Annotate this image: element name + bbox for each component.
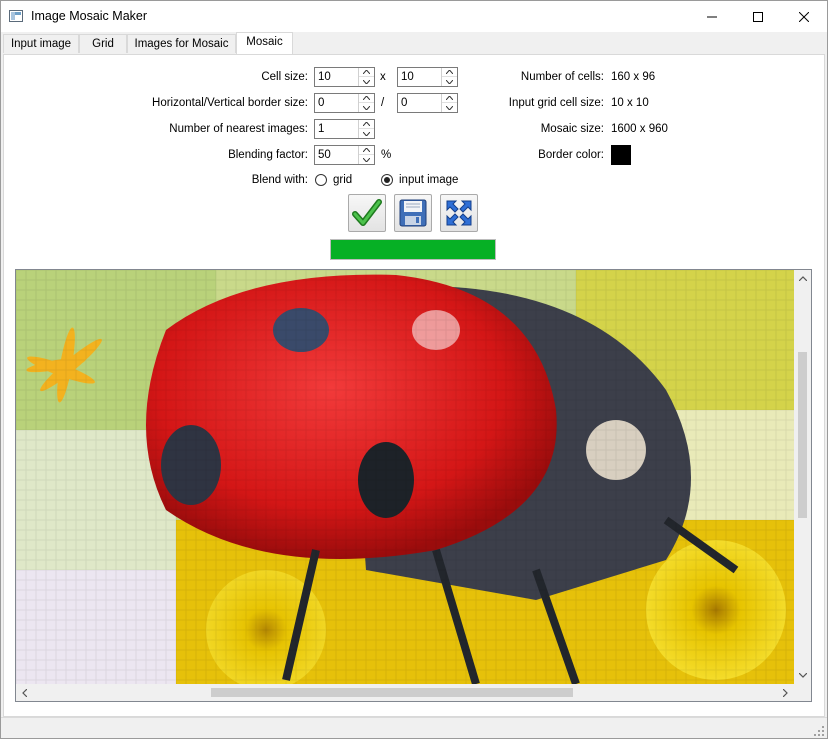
tab-images-for-mosaic[interactable]: Images for Mosaic: [127, 34, 236, 53]
border-h-up-button[interactable]: [359, 94, 374, 103]
tab-input-image[interactable]: Input image: [3, 34, 79, 53]
border-color-swatch[interactable]: [611, 145, 631, 165]
chevron-down-icon: [446, 79, 453, 84]
border-h-spinbox[interactable]: [314, 93, 375, 113]
chevron-up-icon: [363, 148, 370, 152]
window-title: Image Mosaic Maker: [31, 9, 148, 23]
generate-mosaic-button[interactable]: [348, 194, 386, 232]
border-v-input[interactable]: [398, 94, 442, 112]
maximize-icon: [753, 11, 763, 22]
nearest-images-input[interactable]: [315, 120, 359, 138]
chevron-down-icon: [363, 157, 370, 162]
chevron-up-icon: [363, 122, 370, 126]
fit-to-window-icon: [446, 200, 472, 226]
vertical-scroll-thumb[interactable]: [798, 352, 807, 518]
number-of-cells-label: Number of cells:: [520, 71, 604, 83]
cell-width-up-button[interactable]: [359, 68, 374, 77]
cell-size-separator: x: [380, 71, 386, 83]
chevron-left-icon: [22, 688, 27, 697]
border-separator: /: [381, 97, 385, 109]
nearest-images-label: Number of nearest images:: [169, 123, 308, 135]
cell-height-input[interactable]: [398, 68, 442, 86]
close-button[interactable]: [781, 1, 827, 32]
chevron-up-icon: [446, 70, 453, 74]
save-icon: [399, 199, 427, 227]
cell-height-down-button[interactable]: [442, 77, 457, 86]
close-icon: [799, 11, 809, 22]
minimize-icon: [707, 16, 717, 17]
blend-input-image-label[interactable]: input image: [399, 174, 458, 186]
title-bar: Image Mosaic Maker: [1, 1, 827, 32]
blending-unit: %: [381, 149, 392, 161]
scroll-corner: [794, 684, 811, 701]
checkmark-icon: [352, 199, 382, 226]
scroll-up-button[interactable]: [794, 270, 811, 287]
border-color-label: Border color:: [538, 149, 604, 161]
cell-height-spinbox[interactable]: [397, 67, 458, 87]
vertical-scrollbar[interactable]: [794, 270, 811, 684]
border-v-spinbox[interactable]: [397, 93, 458, 113]
chevron-up-icon: [363, 70, 370, 74]
chevron-down-icon: [363, 79, 370, 84]
chevron-down-icon: [363, 105, 370, 110]
chevron-up-icon: [446, 96, 453, 100]
border-v-down-button[interactable]: [442, 103, 457, 112]
scroll-right-button[interactable]: [777, 684, 794, 701]
blend-input-image-radio[interactable]: [381, 174, 393, 186]
radio-selected-dot: [384, 177, 390, 183]
chevron-down-icon: [798, 673, 807, 678]
cell-width-spinbox[interactable]: [314, 67, 375, 87]
horizontal-scrollbar[interactable]: [16, 684, 794, 701]
cell-width-down-button[interactable]: [359, 77, 374, 86]
mosaic-picture: [16, 270, 794, 684]
border-h-down-button[interactable]: [359, 103, 374, 112]
resize-grip-icon[interactable]: [813, 725, 825, 737]
cell-width-input[interactable]: [315, 68, 359, 86]
blend-grid-radio[interactable]: [315, 174, 327, 186]
blending-factor-input[interactable]: [315, 146, 359, 164]
minimize-button[interactable]: [689, 1, 735, 32]
input-grid-cell-size-value: 10 x 10: [611, 97, 649, 109]
horizontal-scroll-thumb[interactable]: [211, 688, 573, 697]
mosaic-image: [16, 270, 794, 684]
nearest-down-button[interactable]: [359, 129, 374, 138]
tab-bar: Input image Grid Images for Mosaic Mosai…: [1, 32, 827, 54]
app-window: Image Mosaic Maker Input image Grid Imag…: [0, 0, 828, 739]
chevron-right-icon: [783, 688, 788, 697]
border-size-label: Horizontal/Vertical border size:: [152, 97, 308, 109]
nearest-images-spinbox[interactable]: [314, 119, 375, 139]
blend-with-label: Blend with:: [251, 174, 308, 186]
scroll-left-button[interactable]: [16, 684, 33, 701]
chevron-up-icon: [363, 96, 370, 100]
number-of-cells-value: 160 x 96: [611, 71, 656, 83]
mosaic-size-label: Mosaic size:: [540, 123, 604, 135]
cell-size-label: Cell size:: [261, 71, 308, 83]
tab-grid[interactable]: Grid: [79, 34, 127, 53]
progress-bar: [330, 239, 496, 260]
blend-up-button[interactable]: [359, 146, 374, 155]
blending-factor-label: Blending factor:: [228, 149, 308, 161]
save-mosaic-button[interactable]: [394, 194, 432, 232]
mosaic-size-value: 1600 x 960: [611, 123, 668, 135]
progress-fill: [331, 240, 495, 259]
tab-mosaic[interactable]: Mosaic: [236, 32, 293, 54]
border-v-up-button[interactable]: [442, 94, 457, 103]
chevron-down-icon: [363, 131, 370, 136]
blend-down-button[interactable]: [359, 155, 374, 164]
maximize-button[interactable]: [735, 1, 781, 32]
border-h-input[interactable]: [315, 94, 359, 112]
cell-height-up-button[interactable]: [442, 68, 457, 77]
chevron-up-icon: [798, 276, 807, 281]
app-icon: [9, 10, 23, 22]
status-bar: [1, 717, 827, 738]
chevron-down-icon: [446, 105, 453, 110]
mosaic-preview-area[interactable]: [15, 269, 812, 702]
blend-grid-label[interactable]: grid: [333, 174, 352, 186]
fit-to-window-button[interactable]: [440, 194, 478, 232]
blending-factor-spinbox[interactable]: [314, 145, 375, 165]
scroll-down-button[interactable]: [794, 667, 811, 684]
input-grid-cell-size-label: Input grid cell size:: [508, 97, 604, 109]
nearest-up-button[interactable]: [359, 120, 374, 129]
